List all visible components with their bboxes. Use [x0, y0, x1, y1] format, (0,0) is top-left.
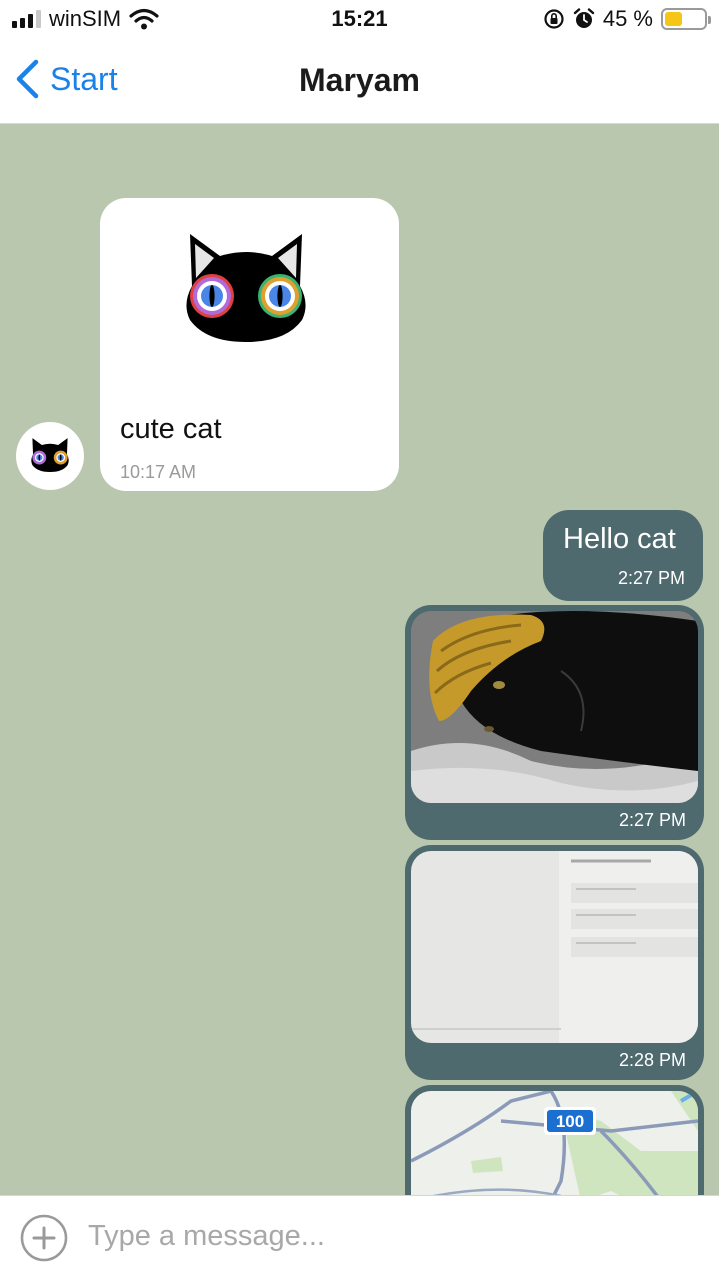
photo-message-time: 2:27 PM — [618, 810, 686, 830]
message-input[interactable] — [88, 1210, 688, 1262]
outgoing-message-time: 2:27 PM — [617, 568, 685, 588]
incoming-message-text: cute cat — [120, 413, 222, 445]
incoming-message-time: 10:17 AM — [120, 462, 197, 482]
message-list[interactable]: cute cat 10:17 AM Hello cat 2:27 PM 2:27… — [0, 125, 719, 1195]
battery-icon — [661, 8, 711, 30]
cat-sticker-icon — [186, 234, 306, 342]
map-photo[interactable]: 100 — [411, 1091, 698, 1195]
contact-avatar[interactable] — [16, 422, 84, 490]
add-attachment-icon[interactable] — [20, 1214, 68, 1262]
alarm-icon — [573, 8, 595, 28]
rotation-lock-icon — [544, 9, 564, 29]
cat-avatar-icon — [31, 438, 69, 473]
chat-title: Maryam — [299, 62, 420, 98]
screen-photo[interactable] — [411, 851, 698, 1043]
outgoing-message-text: Hello cat — [563, 523, 676, 555]
status-bar: winSIM 15:21 45 % — [0, 0, 719, 40]
outgoing-photo-bubble[interactable]: 100 — [405, 1085, 704, 1195]
battery-percent: 45 % — [602, 6, 653, 31]
status-bar-right: 45 % — [543, 6, 711, 32]
cat-photo[interactable] — [411, 611, 698, 803]
outgoing-photo-bubble[interactable]: 2:28 PM — [405, 845, 704, 1080]
message-composer — [0, 1195, 719, 1280]
battery-level-fill — [665, 12, 683, 26]
photo-message-time: 2:28 PM — [618, 1050, 686, 1070]
outgoing-photo-bubble[interactable]: 2:27 PM — [405, 605, 704, 840]
map-route-badge: 100 — [556, 1112, 584, 1131]
outgoing-message-bubble[interactable]: Hello cat 2:27 PM — [543, 510, 703, 601]
incoming-message-bubble[interactable]: cute cat 10:17 AM — [100, 198, 399, 491]
navigation-bar: Start Maryam — [0, 40, 719, 124]
